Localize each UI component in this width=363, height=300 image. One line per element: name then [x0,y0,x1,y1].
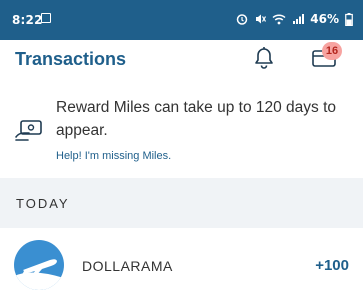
battery-icon [345,12,353,26]
missing-miles-link[interactable]: Help! I'm missing Miles. [56,150,171,162]
transaction-row[interactable]: DOLLARAMA +100 [0,228,363,300]
airplane-icon [14,259,64,290]
status-time: 8:22 [12,13,43,27]
mute-icon [256,14,267,24]
status-icons: 46% [236,11,353,27]
battery-percent: 46% [310,12,339,26]
merchant-logo [14,240,64,290]
wifi-icon [272,14,286,25]
section-header: TODAY [0,178,363,228]
page-title: Transactions [15,49,127,69]
section-label: TODAY [16,196,70,211]
calendar-notification-icon [41,13,51,23]
info-message: Reward Miles can take up to 120 days to … [56,99,337,139]
transaction-amount: +100 [315,257,349,274]
app-header: Transactions 16 [0,40,363,89]
notification-badge: 16 [322,42,342,60]
signal-icon [293,14,305,24]
bell-icon[interactable] [253,46,275,70]
alarm-icon [237,14,248,25]
card-info-icon [15,120,42,141]
merchant-name: DOLLARAMA [82,258,173,274]
info-card: Reward Miles can take up to 120 days to … [0,88,363,178]
status-bar: 8:22 46% [0,0,363,40]
